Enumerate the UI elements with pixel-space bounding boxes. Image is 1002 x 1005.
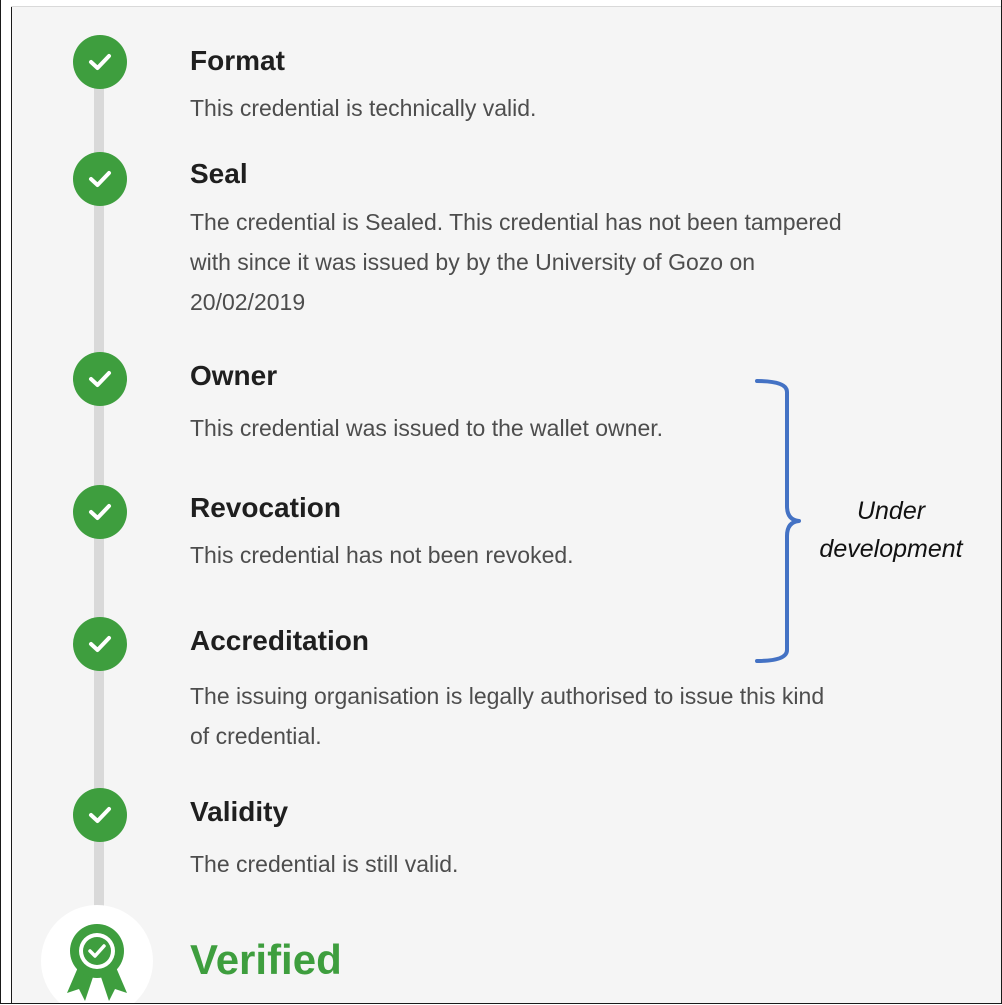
step-description: The credential is still valid.	[190, 844, 990, 884]
step-description-line: 20/02/2019	[190, 289, 306, 315]
check-circle-icon	[73, 352, 127, 406]
step-title: Format	[190, 45, 285, 76]
step-title: Accreditation	[190, 625, 369, 656]
step-title: Validity	[190, 796, 289, 827]
step-description-line: The issuing organisation is legally auth…	[190, 683, 825, 709]
step-description: This credential is technically valid.	[190, 88, 990, 128]
step-description: The issuing organisation is legally auth…	[190, 676, 990, 756]
step-description-line: This credential is technically valid.	[190, 95, 537, 121]
step-description-line: with since it was issued by by the Unive…	[190, 249, 756, 275]
step-description-line: The credential is Sealed. This credentia…	[190, 209, 842, 235]
panel-top-bar	[11, 0, 1001, 7]
check-circle-icon	[73, 485, 127, 539]
step-description-line: of credential.	[190, 723, 322, 749]
step-description: This credential was issued to the wallet…	[190, 408, 990, 448]
check-circle-icon	[73, 788, 127, 842]
step-description-line: This credential was issued to the wallet…	[190, 415, 664, 441]
step-title: Revocation	[190, 492, 341, 523]
step-description: The credential is Sealed. This credentia…	[190, 202, 990, 322]
under-development-note: Under development	[796, 492, 986, 568]
step-title: Seal	[190, 158, 248, 189]
annotation-line: Under	[856, 497, 926, 525]
panel-left-edge	[1, 0, 12, 1003]
check-circle-icon	[73, 152, 127, 206]
step-description-line: The credential is still valid.	[190, 851, 459, 877]
annotation-line: development	[819, 535, 963, 563]
verified-status: Verified	[190, 936, 342, 983]
award-badge-icon	[41, 905, 153, 1003]
step-title: Owner	[190, 360, 278, 391]
check-circle-icon	[73, 35, 127, 89]
check-circle-icon	[73, 617, 127, 671]
verification-panel: Format This credential is technically va…	[0, 0, 1002, 1004]
